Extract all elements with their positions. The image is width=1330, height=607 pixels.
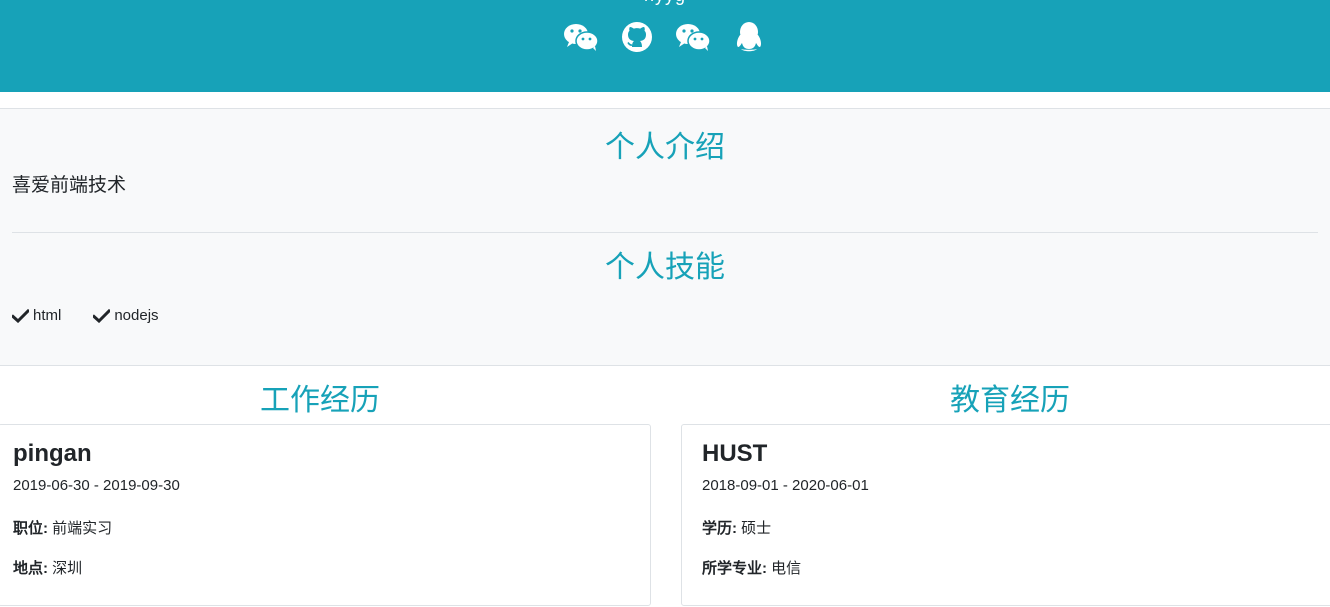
check-icon — [93, 308, 111, 323]
work-date: 2019-06-30 - 2019-09-30 — [13, 477, 180, 494]
education-card: HUST 2018-09-01 - 2020-06-01 学历: 硕士 所学专业… — [681, 424, 1330, 606]
social-links — [0, 20, 1330, 54]
check-icon — [12, 308, 29, 323]
work-position: 职位: 前端实习 — [13, 517, 112, 538]
section-divider — [12, 232, 1318, 233]
work-org: pingan — [13, 440, 92, 467]
education-major: 所学专业: 电信 — [702, 557, 801, 578]
education-degree: 学历: 硕士 — [702, 517, 771, 538]
education-major-label: 所学专业: — [702, 560, 767, 577]
intro-skills-section: 个人介绍 喜爱前端技术 个人技能 html nodejs — [0, 108, 1330, 366]
header-title: nyyg — [0, 0, 1330, 4]
profile-header: nyyg — [0, 0, 1330, 92]
skills-title: 个人技能 — [605, 251, 725, 284]
work-title: 工作经历 — [260, 384, 380, 417]
education-title: 教育经历 — [950, 384, 1070, 417]
education-date: 2018-09-01 - 2020-06-01 — [702, 477, 869, 494]
skill-label: html — [33, 307, 62, 324]
education-degree-value: 硕士 — [741, 520, 772, 537]
skill-label: nodejs — [114, 307, 159, 324]
work-location-value: 深圳 — [52, 560, 83, 577]
work-location-label: 地点: — [13, 560, 48, 577]
skill-item: nodejs — [93, 307, 159, 324]
skill-item: html — [12, 307, 61, 324]
work-card: pingan 2019-06-30 - 2019-09-30 职位: 前端实习 … — [0, 424, 651, 606]
github-icon[interactable] — [618, 20, 656, 54]
intro-text: 喜爱前端技术 — [12, 175, 127, 196]
qq-icon[interactable] — [730, 20, 768, 54]
intro-title: 个人介绍 — [605, 131, 725, 164]
skills-list: html nodejs — [12, 307, 159, 324]
work-position-value: 前端实习 — [52, 520, 113, 537]
work-location: 地点: 深圳 — [13, 557, 82, 578]
education-major-value: 电信 — [771, 560, 802, 577]
wechat-icon[interactable] — [674, 20, 712, 54]
education-degree-label: 学历: — [702, 520, 737, 537]
wechat-icon[interactable] — [562, 20, 600, 54]
education-org: HUST — [702, 440, 768, 467]
work-position-label: 职位: — [13, 520, 48, 537]
